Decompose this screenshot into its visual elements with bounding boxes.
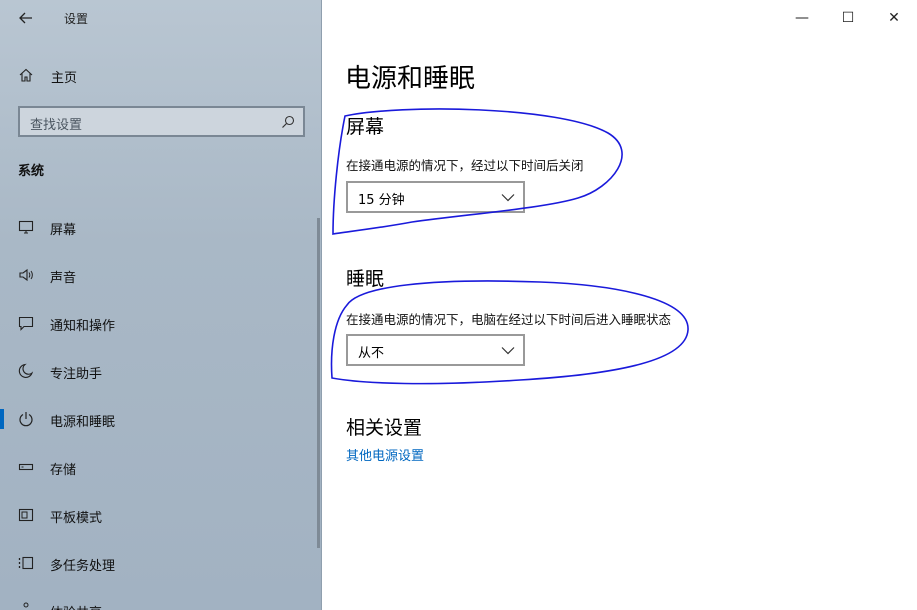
storage-icon: [18, 463, 34, 471]
screen-timeout-dropdown[interactable]: 15 分钟: [346, 181, 525, 213]
back-button[interactable]: [12, 6, 40, 30]
window-controls: — ☐ ✕: [779, 0, 917, 36]
sidebar-item-label: 电源和睡眠: [50, 415, 116, 430]
minimize-icon: —: [795, 10, 809, 26]
sidebar-item-shared-experiences[interactable]: 体验共享: [0, 590, 318, 610]
sidebar-item-tablet-mode[interactable]: 平板模式: [0, 495, 318, 535]
sidebar: 设置 主页 查找设置 系统 屏幕 声音 通知和操作 专注助手 电源和睡眠 存储 …: [0, 0, 322, 610]
window-title: 设置: [64, 12, 89, 26]
sidebar-item-storage[interactable]: 存储: [0, 447, 318, 487]
maximize-button[interactable]: ☐: [825, 0, 871, 36]
sidebar-home[interactable]: 主页: [0, 60, 322, 90]
power-icon: [19, 412, 33, 427]
sidebar-section-system: 系统: [18, 164, 45, 179]
sidebar-item-label: 声音: [50, 271, 77, 286]
sidebar-item-label: 专注助手: [50, 367, 103, 382]
home-icon: [19, 68, 33, 82]
sleep-description: 在接通电源的情况下，电脑在经过以下时间后进入睡眠状态: [346, 312, 672, 327]
back-arrow-icon: [19, 12, 32, 24]
minimize-button[interactable]: —: [779, 0, 825, 36]
search-input[interactable]: 查找设置: [18, 106, 305, 137]
related-settings-heading: 相关设置: [346, 417, 423, 439]
sidebar-item-label: 体验共享: [50, 602, 102, 610]
chevron-down-icon: [501, 347, 515, 355]
screen-timeout-value: 15 分钟: [358, 193, 405, 208]
page-title: 电源和睡眠: [345, 64, 476, 94]
sidebar-home-label: 主页: [51, 71, 78, 86]
multitask-icon: [18, 556, 34, 570]
speaker-icon: [19, 268, 33, 282]
search-icon: [282, 115, 295, 128]
sidebar-item-notifications[interactable]: 通知和操作: [0, 303, 318, 343]
sidebar-item-label: 通知和操作: [50, 319, 116, 334]
notification-icon: [18, 316, 34, 331]
additional-power-settings-link[interactable]: 其他电源设置: [346, 445, 424, 464]
sidebar-item-focus-assist[interactable]: 专注助手: [0, 351, 318, 391]
search-placeholder: 查找设置: [30, 118, 83, 133]
sidebar-item-label: 多任务处理: [50, 559, 116, 574]
sleep-timeout-dropdown[interactable]: 从不: [346, 334, 525, 366]
close-icon: ✕: [888, 10, 900, 26]
moon-icon: [18, 363, 34, 378]
titlebar-left: 设置: [0, 0, 322, 36]
sidebar-item-multitasking[interactable]: 多任务处理: [0, 543, 318, 583]
sleep-timeout-value: 从不: [358, 346, 385, 361]
close-button[interactable]: ✕: [871, 0, 917, 36]
share-icon: [23, 602, 29, 608]
sidebar-item-sound[interactable]: 声音: [0, 255, 318, 295]
tablet-icon: [18, 508, 34, 522]
sidebar-item-display[interactable]: 屏幕: [0, 207, 318, 247]
maximize-icon: ☐: [841, 10, 855, 26]
screen-description: 在接通电源的情况下，经过以下时间后关闭: [346, 158, 584, 173]
sidebar-item-label: 屏幕: [50, 223, 77, 238]
chevron-down-icon: [501, 194, 515, 202]
sidebar-item-power-sleep[interactable]: 电源和睡眠: [0, 399, 318, 439]
screen-heading: 屏幕: [346, 116, 385, 138]
main-content: — ☐ ✕ 电源和睡眠 屏幕 在接通电源的情况下，经过以下时间后关闭 15 分钟…: [322, 0, 917, 610]
monitor-icon: [18, 220, 34, 234]
sidebar-scrollbar[interactable]: [317, 218, 320, 548]
sidebar-item-label: 平板模式: [50, 511, 103, 526]
sleep-heading: 睡眠: [346, 268, 385, 290]
sidebar-item-label: 存储: [50, 463, 77, 478]
active-indicator: [0, 409, 4, 429]
